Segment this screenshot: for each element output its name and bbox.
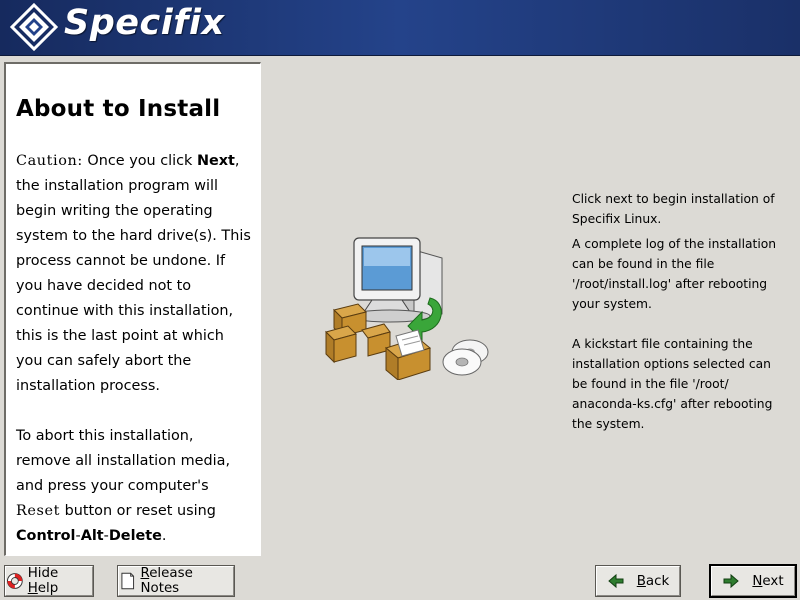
header-banner: Specifix (0, 0, 800, 56)
release-notes-button[interactable]: Release Notes (117, 565, 235, 597)
help-text: button or reset using (60, 503, 216, 519)
caution-word: Caution: (16, 153, 83, 169)
mnemonic: B (636, 573, 646, 589)
button-label: ext (762, 573, 784, 589)
help-panel: About to Install Caution: Once you click… (4, 62, 261, 556)
info-text-begin: Click next to begin installation of Spec… (572, 192, 775, 226)
help-paragraph-caution: Caution: Once you click Next, the instal… (16, 149, 252, 399)
help-paragraph-abort: To abort this installation, remove all i… (16, 424, 252, 549)
help-text: Once you click (82, 153, 197, 169)
next-word: Next (196, 153, 235, 169)
help-text: , the installation program will begin wr… (16, 153, 251, 394)
key-control: Control (16, 528, 76, 544)
info-text-kickstart: A kickstart file containing the installa… (572, 337, 773, 431)
mnemonic: R (140, 566, 150, 581)
document-icon (121, 572, 135, 590)
arrow-right-icon (723, 573, 740, 589)
info-text-log: A complete log of the installation can b… (572, 237, 777, 311)
reset-word: Reset (16, 503, 61, 519)
help-text: . (161, 528, 167, 544)
help-text: To abort this installation, remove all i… (16, 428, 231, 494)
hide-help-button[interactable]: Hide Help (4, 565, 94, 597)
button-label: elease Notes (140, 566, 193, 596)
button-label: Hide (27, 566, 59, 581)
arrow-left-icon (607, 573, 624, 589)
install-info: Click next to begin installation of Spec… (572, 189, 782, 434)
key-alt: Alt (80, 528, 104, 544)
page-title: About to Install (16, 96, 221, 122)
mnemonic: N (752, 573, 763, 589)
diamond-logo-icon (10, 3, 58, 51)
lifebuoy-icon (6, 573, 23, 589)
button-label: ack (645, 573, 670, 589)
key-delete: Delete (108, 528, 162, 544)
back-button[interactable]: Back (595, 565, 681, 597)
button-label: elp (37, 581, 59, 596)
brand-name: Specifix (64, 3, 225, 43)
next-button[interactable]: Next (709, 564, 797, 598)
mnemonic: H (27, 581, 38, 596)
computer-install-packages-icon (325, 237, 489, 380)
